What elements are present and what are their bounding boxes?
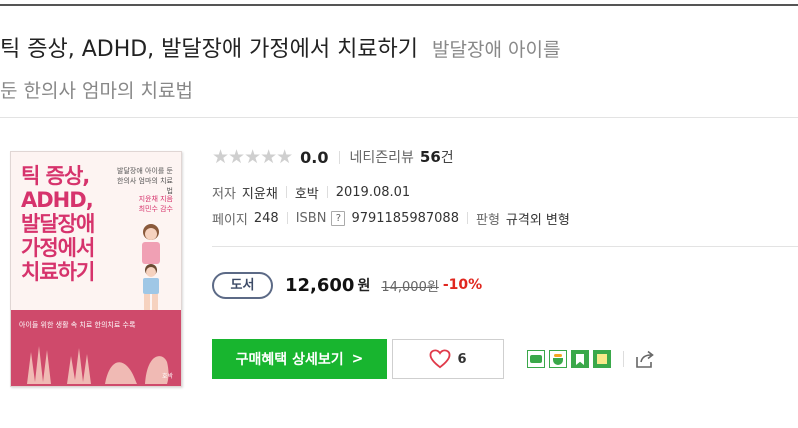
share-group	[527, 348, 656, 370]
heart-icon	[430, 349, 451, 369]
export-share-icon[interactable]	[634, 349, 656, 369]
cover-title-line: ADHD,	[21, 188, 94, 212]
cover-subtitle: 발달장애 아이를 둔 한의사 엄마의 치료법	[117, 167, 173, 195]
bookmark-share-icon[interactable]	[571, 350, 589, 368]
rating-row: ★★★★★ 0.0 네티즌리뷰 56 건	[212, 145, 454, 169]
info-divider	[212, 246, 798, 247]
cover-illustration-children	[142, 224, 160, 310]
pages-label: 페이지	[212, 212, 248, 228]
divider	[466, 212, 468, 224]
memo-share-icon[interactable]	[593, 350, 611, 368]
review-label[interactable]: 네티즌리뷰	[350, 147, 414, 167]
star-rating-icon: ★★★★★	[212, 146, 293, 168]
cover-title: 틱 증상, ADHD, 발달장애 가정에서 치료하기	[21, 164, 131, 284]
price-unit: 원	[357, 278, 371, 294]
isbn-value: 9791185987088	[351, 210, 459, 226]
cover-illustration-hands	[27, 346, 169, 384]
divider	[285, 186, 287, 198]
book-subtitle-part2: 둔 한의사 엄마의 치료법	[0, 80, 193, 102]
publisher-link[interactable]: 호박	[295, 183, 319, 202]
price-row: 도서 12,600 원 14,000원 -10%	[212, 271, 482, 299]
isbn-help-icon[interactable]: ?	[331, 210, 346, 226]
format-label: 판형	[475, 212, 500, 228]
divider	[326, 186, 328, 198]
format-value: 규격외 변형	[505, 212, 570, 228]
cafe-share-icon[interactable]	[549, 350, 567, 368]
original-price: 14,000원	[381, 279, 439, 295]
book-subtitle-part1: 발달장애 아이를	[432, 39, 561, 61]
top-border	[0, 4, 798, 6]
like-button[interactable]: 6	[392, 339, 504, 379]
cover-title-line: 발달장애	[21, 212, 95, 236]
author-link[interactable]: 지윤채	[242, 183, 278, 202]
divider	[623, 351, 624, 367]
purchase-benefits-button[interactable]: 구매혜택 상세보기 >	[212, 339, 387, 379]
book-cover[interactable]: 틱 증상, ADHD, 발달장애 가정에서 치료하기 발달장애 아이를 둔 한의…	[10, 151, 182, 387]
discount-rate: -10%	[442, 277, 483, 293]
blog-share-icon[interactable]	[527, 350, 545, 368]
product-type-badge: 도서	[212, 271, 273, 299]
cover-tagline: 아이들 위한 생활 속 치료 한의치료 수록	[19, 321, 136, 329]
cover-title-line: 틱 증상,	[21, 164, 90, 188]
chevron-right-icon: >	[351, 351, 364, 367]
book-title: 틱 증상, ADHD, 발달장애 가정에서 치료하기	[0, 37, 419, 62]
isbn-label: ISBN	[295, 210, 327, 226]
cover-author: 지윤채 지음 최민수 감수	[138, 195, 173, 213]
cover-title-line: 가정에서	[21, 236, 95, 260]
meta-row-details: 페이지 248 ISBN ? 9791185987088 판형 규격외 변형	[212, 208, 570, 228]
author-label: 저자	[212, 186, 236, 202]
cover-title-line: 치료하기	[21, 260, 95, 284]
review-unit: 건	[440, 150, 454, 166]
title-divider	[0, 117, 798, 118]
book-title-block: 틱 증상, ADHD, 발달장애 가정에서 치료하기 발달장애 아이를 둔 한의사…	[0, 30, 795, 112]
meta-row-author: 저자 지윤채 호박 2019.08.01	[212, 182, 410, 202]
review-count[interactable]: 56	[420, 148, 441, 166]
divider	[338, 150, 340, 164]
divider	[286, 212, 288, 224]
like-count: 6	[457, 351, 467, 367]
purchase-benefits-label: 구매혜택 상세보기	[235, 352, 344, 368]
pages-value: 248	[253, 210, 279, 226]
publish-date: 2019.08.01	[335, 184, 411, 200]
cover-publisher: 호박	[161, 373, 173, 380]
rating-score: 0.0	[300, 147, 329, 167]
sale-price: 12,600	[285, 274, 355, 296]
